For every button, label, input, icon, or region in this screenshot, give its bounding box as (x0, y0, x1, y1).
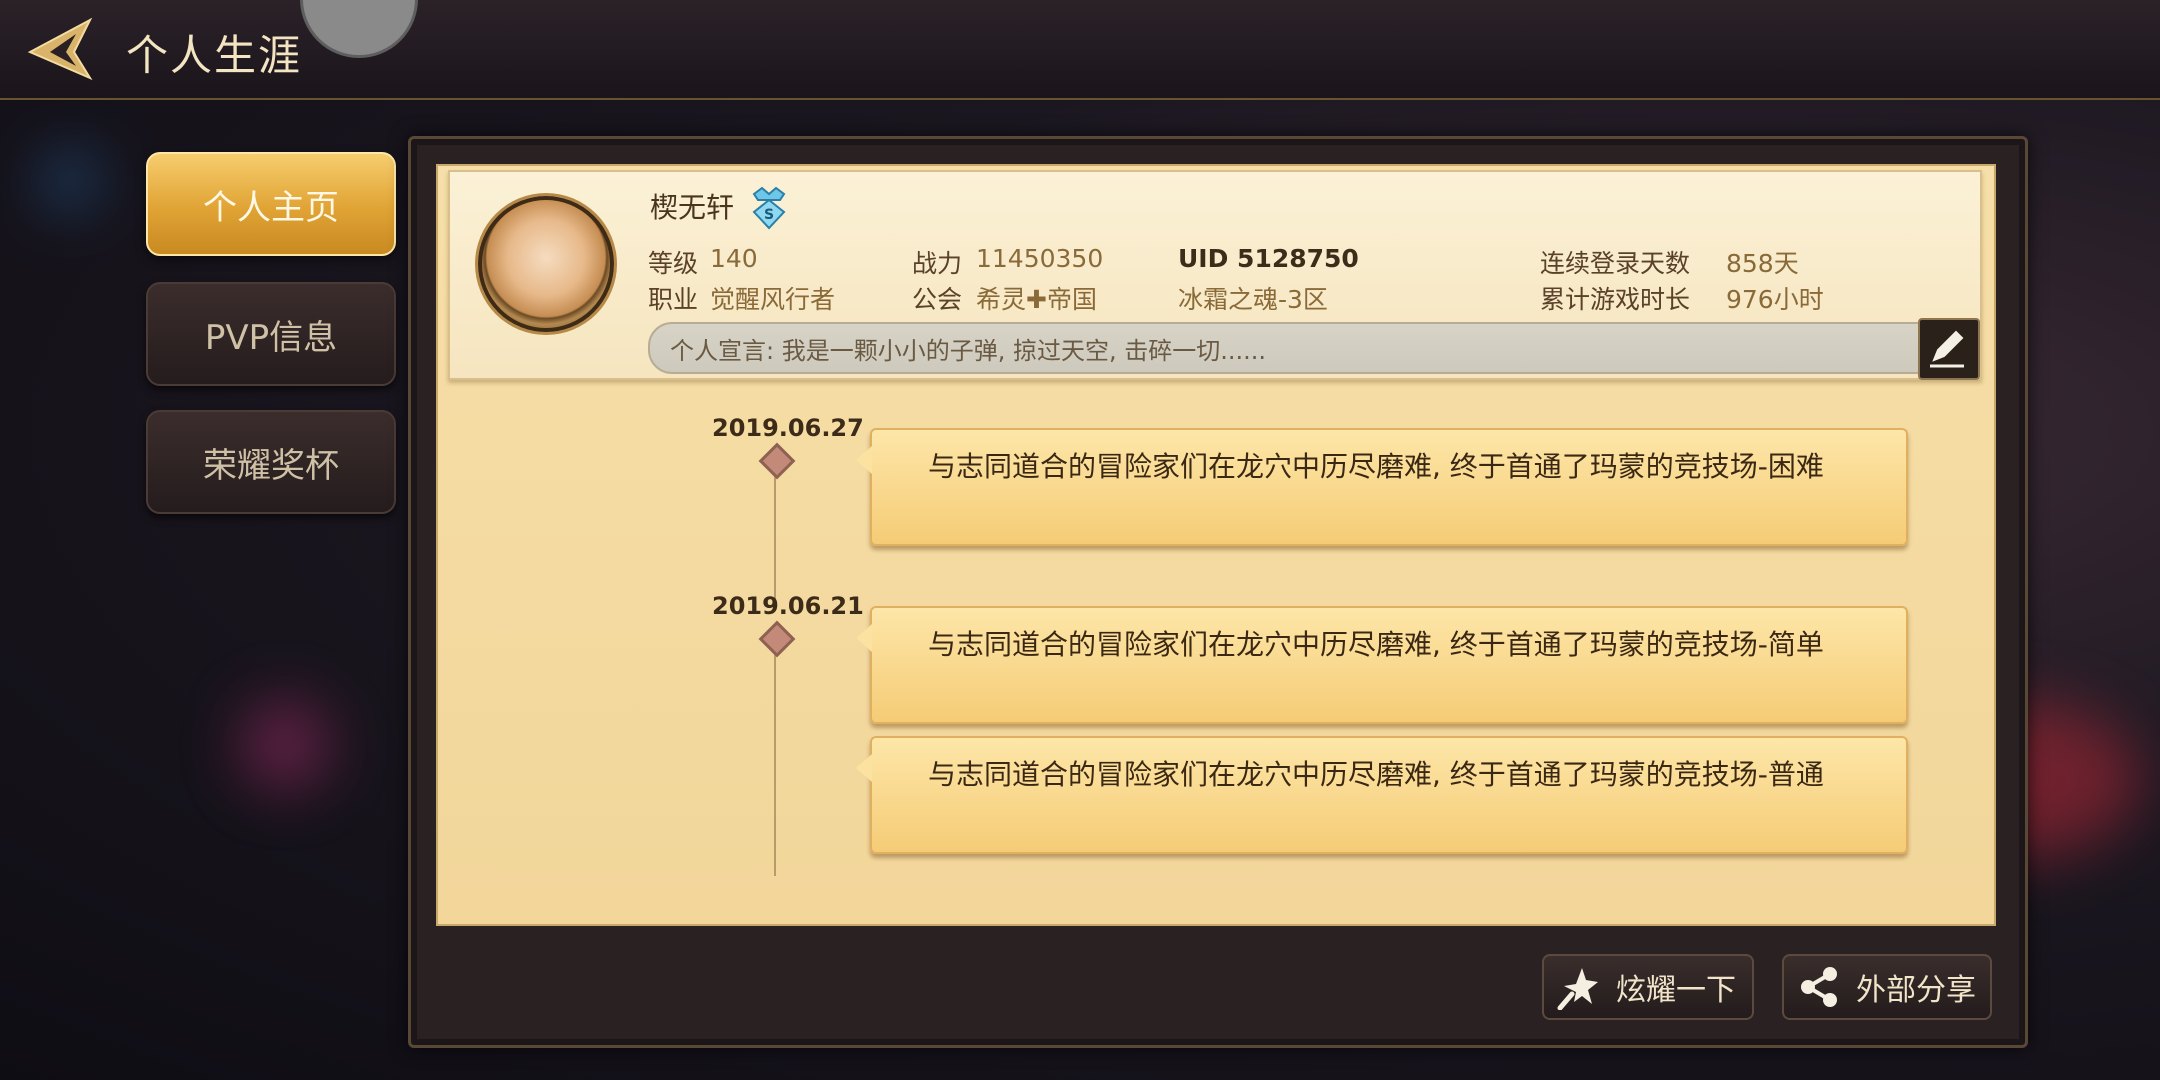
server-value: 冰霜之魂-3区 (1178, 285, 1328, 314)
event-text: 与志同道合的冒险家们在龙穴中历尽磨难, 终于首通了玛蒙的竞技场-简单 (928, 628, 1824, 661)
vip-badge-icon: S (752, 186, 786, 230)
level-label: 等级 (648, 249, 699, 278)
playtime-label: 累计游戏时长 (1540, 285, 1691, 314)
motto-text: 个人宣言: 我是一颗小小的子弹, 掠过天空, 击碎一切...... (670, 337, 1267, 365)
edit-motto-button[interactable] (1918, 318, 1980, 380)
tab-label: 个人主页 (203, 187, 339, 228)
player-name: 楔无轩 (650, 191, 735, 224)
power-label: 战力 (912, 249, 963, 278)
login-days-value: 858天 (1726, 249, 1799, 278)
tab-personal-home[interactable]: 个人主页 (146, 152, 396, 256)
class-value: 觉醒风行者 (710, 285, 836, 314)
sparkle-star-icon (1557, 968, 1598, 1010)
show-off-button[interactable]: 炫耀一下 (1542, 954, 1754, 1020)
svg-text:S: S (764, 207, 774, 223)
class-label: 职业 (648, 285, 699, 314)
page-title: 个人生涯 (126, 31, 303, 80)
top-bar: 个人生涯 (0, 0, 2160, 100)
back-arrow-icon[interactable] (20, 14, 94, 84)
power-value: 11450350 (976, 244, 1104, 273)
share-icon (1801, 967, 1837, 1007)
background-light (40, 150, 100, 210)
event-card: 与志同道合的冒险家们在龙穴中历尽磨难, 终于首通了玛蒙的竞技场-普通 (856, 736, 1908, 854)
tab-honor-trophy[interactable]: 荣耀奖杯 (146, 410, 396, 514)
event-text: 与志同道合的冒险家们在龙穴中历尽磨难, 终于首通了玛蒙的竞技场-普通 (928, 758, 1824, 791)
background-light (240, 700, 330, 790)
share-label: 外部分享 (1856, 973, 1976, 1008)
share-button[interactable]: 外部分享 (1782, 954, 1992, 1020)
login-days-label: 连续登录天数 (1540, 249, 1691, 278)
timeline-line (774, 470, 776, 600)
guild-value: 希灵✚帝国 (976, 285, 1097, 314)
guild-label: 公会 (912, 285, 963, 314)
timeline-date: 2019.06.21 (712, 592, 864, 620)
uid-text: UID 5128750 (1178, 244, 1359, 273)
avatar[interactable] (300, 0, 418, 58)
tab-label: 荣耀奖杯 (203, 445, 339, 486)
pencil-icon (1930, 330, 1964, 368)
playtime-value: 976小时 (1726, 285, 1824, 314)
timeline-date: 2019.06.27 (712, 414, 864, 442)
event-card: 与志同道合的冒险家们在龙穴中历尽磨难, 终于首通了玛蒙的竞技场-困难 (856, 428, 1908, 546)
event-card: 与志同道合的冒险家们在龙穴中历尽磨难, 终于首通了玛蒙的竞技场-简单 (856, 606, 1908, 724)
timeline-line (774, 646, 776, 876)
tab-label: PVP信息 (204, 317, 338, 358)
event-text: 与志同道合的冒险家们在龙穴中历尽磨难, 终于首通了玛蒙的竞技场-困难 (928, 450, 1824, 483)
tab-pvp-info[interactable]: PVP信息 (146, 282, 396, 386)
level-value: 140 (710, 244, 758, 273)
show-off-label: 炫耀一下 (1616, 973, 1736, 1008)
character-portrait[interactable] (478, 196, 614, 332)
